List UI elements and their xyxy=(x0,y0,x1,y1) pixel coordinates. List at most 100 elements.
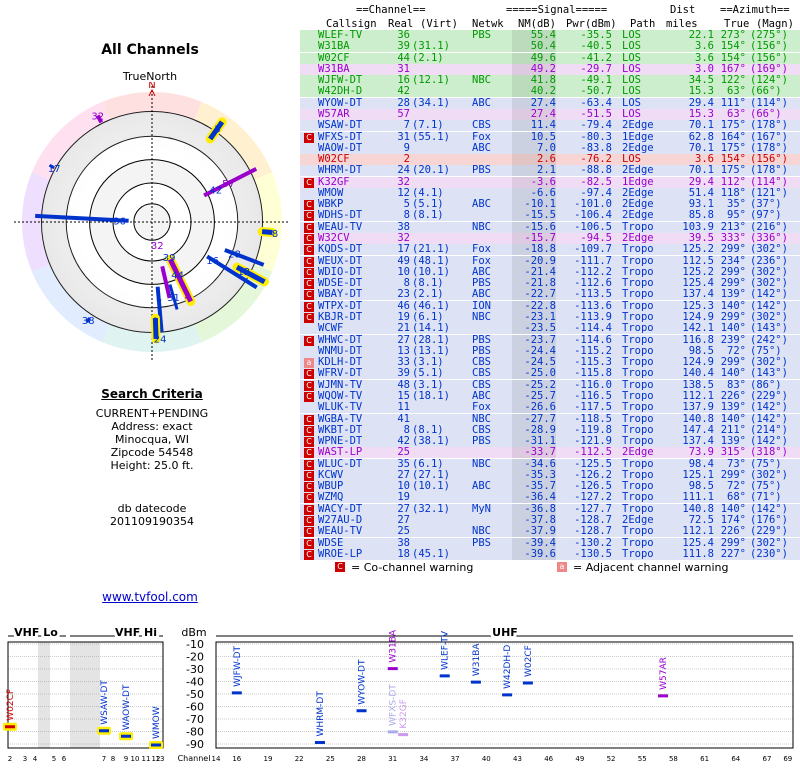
co-channel-warning-icon: C xyxy=(304,290,314,301)
cell-real: 32 xyxy=(397,175,410,188)
table-row: C WBAY-DT 23 (2.1) ABC -22.7 -113.5 Tropo 137.4 1… xyxy=(300,288,800,301)
cell-az: 63° xyxy=(727,85,746,98)
point-label: WLEF-TV xyxy=(441,630,451,670)
co-channel-warning-icon: C xyxy=(304,335,314,346)
point-marker xyxy=(356,709,367,713)
cell-pwr: -114.4 xyxy=(574,322,612,335)
cell-path: Tropo xyxy=(622,525,654,538)
cell-az: 315° xyxy=(720,446,746,459)
x-tick-label: 14 xyxy=(212,755,221,763)
cell-virt: (48.1) xyxy=(412,254,450,267)
adjacent-channel-mark: a xyxy=(557,562,567,572)
cell-call: WFRV-DT xyxy=(318,367,363,380)
cell-dist: 142.1 xyxy=(682,322,714,335)
header-azimuth-group: ==Azimuth== xyxy=(720,4,790,16)
cell-net: NBC xyxy=(472,457,491,470)
y-tick-label: -40 xyxy=(186,676,204,689)
cell-dist: 111.1 xyxy=(682,491,714,504)
cell-path: Tropo xyxy=(622,243,654,256)
cell-nm: -36.4 xyxy=(512,492,556,504)
cell-mag: (143°) xyxy=(750,367,788,380)
point-marker xyxy=(314,741,325,744)
cell-pwr: -117.5 xyxy=(574,401,612,414)
cell-net: PBS xyxy=(472,164,491,177)
cell-mag: (114°) xyxy=(750,175,788,188)
cell-mag: (302°) xyxy=(750,243,788,256)
cell-nm: 50.4 xyxy=(512,41,556,53)
point-marker xyxy=(387,730,398,734)
cell-virt xyxy=(412,402,466,413)
point-label: WJFW-DT xyxy=(233,645,243,686)
point-marker xyxy=(5,725,15,729)
cell-path: 1Edge xyxy=(622,175,654,188)
cell-virt: (38.1) xyxy=(412,435,450,448)
station-label: 42 xyxy=(209,186,222,197)
spectrum-chart: -10-20-30-40-50-60-70-80-90 dBm VHF Lo VHF … xyxy=(3,623,794,763)
point-label: WFXS-DT xyxy=(389,684,399,726)
cell-nm: -39.4 xyxy=(512,537,556,549)
shaded-column xyxy=(38,642,50,748)
cell-mag: (71°) xyxy=(750,491,782,504)
cell-dist: 112.5 xyxy=(682,254,714,267)
cell-pwr: -113.5 xyxy=(574,288,612,301)
point-label: WSAW-DT xyxy=(100,680,110,725)
cell-nm: -33.7 xyxy=(512,447,556,459)
cell-az: 68° xyxy=(727,491,746,504)
x-tick-label: 11 xyxy=(142,755,151,763)
cell-nm: -3.6 xyxy=(512,176,556,188)
cell-az: 234° xyxy=(720,254,746,267)
cell-mag: (156°) xyxy=(750,51,788,64)
co-channel-warning-icon: C xyxy=(304,279,314,290)
cell-net: CBS xyxy=(472,119,491,132)
y-tick-label: -90 xyxy=(186,738,204,751)
cell-mag: (97°) xyxy=(750,209,782,222)
cell-real: 42 xyxy=(397,85,410,98)
cell-real: 19 xyxy=(397,491,410,504)
cell-az: 175° xyxy=(720,119,746,132)
point-marker xyxy=(231,691,242,695)
table-row: W42DH-D 42 40.2 -50.7 LOS 15.3 63° (66°) xyxy=(300,85,800,98)
datecode-value: 201109190354 xyxy=(110,515,194,528)
cell-virt: (6.1) xyxy=(412,457,444,470)
co-channel-warning-icon: C xyxy=(304,538,314,549)
cell-pwr: -111.7 xyxy=(574,254,612,267)
x-tick-label: 40 xyxy=(482,755,491,763)
table-row: WSAW-DT 7 (7.1) CBS 11.4 -79.4 2Edge 70.1 175° (1… xyxy=(300,119,800,132)
co-channel-warning-icon: C xyxy=(304,437,314,448)
cell-dist: 3.6 xyxy=(695,40,714,53)
cell-real: 39 xyxy=(397,40,410,53)
cell-pwr: -41.2 xyxy=(580,51,612,64)
station-label: 12 xyxy=(237,267,250,278)
co-channel-warning-icon: C xyxy=(304,482,314,493)
cell-dist: 85.8 xyxy=(688,209,714,222)
point-marker xyxy=(658,694,669,698)
cell-call: WEAU-TV xyxy=(318,525,363,538)
cell-az: 139° xyxy=(720,401,746,414)
x-tick-label: 10 xyxy=(131,755,140,763)
cell-real: 23 xyxy=(397,288,410,301)
x-tick-label: 43 xyxy=(513,755,522,763)
x-tick-label: 37 xyxy=(451,755,460,763)
table-row: C WAST-LP 25 -33.7 -112.5 2Edge 73.9 315° (318°) xyxy=(300,446,800,459)
table-row: WCWF 21 (14.1) -23.5 -114.4 Tropo 142.1 140° (14… xyxy=(300,322,800,335)
cell-mag: (167°) xyxy=(750,130,788,143)
cell-nm: 11.4 xyxy=(512,120,556,132)
point-marker xyxy=(502,693,513,697)
cell-call: WZMQ xyxy=(318,491,344,504)
cell-az: 112° xyxy=(720,175,746,188)
section-label: UHF xyxy=(492,626,518,639)
cell-path: Tropo xyxy=(622,367,654,380)
co-channel-warning-icon: C xyxy=(304,516,314,527)
point-marker xyxy=(470,680,481,684)
y-tick-label: -10 xyxy=(186,638,204,651)
co-channel-warning-icon: C xyxy=(304,391,314,402)
cell-real: 27 xyxy=(397,333,410,346)
tvfool-link[interactable]: www.tvfool.com xyxy=(60,590,240,604)
station-label: 31 xyxy=(167,293,180,304)
cell-pwr: -128.7 xyxy=(574,525,612,538)
cell-net xyxy=(472,86,512,97)
cell-az: 154° xyxy=(720,40,746,53)
x-tick-label: 61 xyxy=(700,755,709,763)
co-channel-warning-icon: C xyxy=(304,222,314,233)
cell-path: Tropo xyxy=(622,536,654,549)
